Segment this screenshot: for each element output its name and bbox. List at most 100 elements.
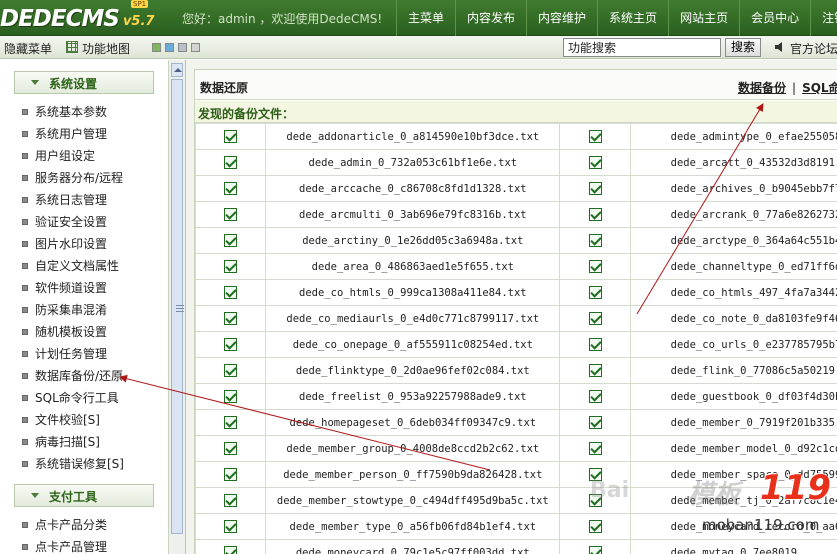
file-checkbox[interactable] xyxy=(224,390,238,403)
file-checkbox[interactable] xyxy=(224,364,238,377)
file-checkbox[interactable] xyxy=(224,130,238,143)
sql-command-link[interactable]: SQL命 xyxy=(802,81,837,95)
bullet-icon xyxy=(22,351,28,357)
sidebar-item-label: 点卡产品管理 xyxy=(35,540,108,554)
file-checkbox[interactable] xyxy=(224,156,238,169)
watermark-number: 119 xyxy=(760,468,831,508)
nav-content-maintain[interactable]: 内容维护 xyxy=(526,0,597,36)
file-checkbox[interactable] xyxy=(588,234,602,247)
sidebar-item[interactable]: 验证安全设置 xyxy=(22,213,107,231)
sidebar-item-label: 文件校验[S] xyxy=(35,413,100,427)
data-backup-link[interactable]: 数据备份 xyxy=(738,81,786,95)
file-checkbox[interactable] xyxy=(224,520,238,533)
file-checkbox[interactable] xyxy=(588,312,602,325)
sidebar-item[interactable]: 系统日志管理 xyxy=(22,191,107,209)
file-checkbox[interactable] xyxy=(588,520,602,533)
app-window: DEDECMS v5.7 SP1 您好：admin ，欢迎使用DedeCMS! … xyxy=(0,0,837,554)
logo-version: v5.7 xyxy=(122,14,155,29)
sidebar-item-label: 病毒扫描[S] xyxy=(35,435,100,449)
nav-logout[interactable]: 注销 xyxy=(810,0,837,36)
file-checkbox[interactable] xyxy=(588,260,602,273)
sidebar-item[interactable]: 数据库备份/还原 xyxy=(22,367,123,385)
sidebar-item[interactable]: 系统错误修复[S] xyxy=(22,455,124,473)
file-checkbox[interactable] xyxy=(588,442,602,455)
scroll-thumb[interactable] xyxy=(171,79,184,534)
file-name-cell: dede_co_urls_0_e237785795b7 xyxy=(629,331,837,358)
file-checkbox[interactable] xyxy=(588,156,602,169)
nav-member-center[interactable]: 会员中心 xyxy=(739,0,810,36)
sidebar-item[interactable]: 文件校验[S] xyxy=(22,411,100,429)
sidebar-section-system-settings[interactable]: 系统设置 xyxy=(14,71,154,94)
sidebar-item[interactable]: 随机模板设置 xyxy=(22,323,107,341)
sidebar-item[interactable]: 用户组设定 xyxy=(22,147,95,165)
file-checkbox[interactable] xyxy=(588,208,602,221)
file-checkbox[interactable] xyxy=(224,338,238,351)
checkbox-cell xyxy=(559,227,631,254)
file-checkbox[interactable] xyxy=(224,312,238,325)
sidebar-item[interactable]: 系统用户管理 xyxy=(22,125,107,143)
sidebar-section-payment-tools[interactable]: 支付工具 xyxy=(14,484,154,507)
nav-system-home[interactable]: 系统主页 xyxy=(597,0,668,36)
official-forum-link[interactable]: 官方论坛 xyxy=(790,40,837,57)
sidebar-item[interactable]: 系统基本参数 xyxy=(22,103,107,121)
file-name-cell: dede_admintype_0_efae255058e xyxy=(629,123,837,150)
sidebar-item[interactable]: 自定义文档属性 xyxy=(22,257,119,275)
baidu-watermark: Bai xyxy=(590,478,630,503)
hide-menu-link[interactable]: 隐藏菜单 xyxy=(4,40,52,57)
table-row: dede_homepageset_0_6deb034ff09347c9.txt d… xyxy=(194,409,837,436)
top-header: DEDECMS v5.7 SP1 您好：admin ，欢迎使用DedeCMS! … xyxy=(0,0,837,36)
bullet-icon xyxy=(22,329,28,335)
file-checkbox[interactable] xyxy=(224,208,238,221)
nav-content-publish[interactable]: 内容发布 xyxy=(455,0,526,36)
table-row: dede_co_htmls_0_999ca1308a411e84.txt dede… xyxy=(194,279,837,306)
file-checkbox[interactable] xyxy=(224,182,238,195)
file-checkbox[interactable] xyxy=(224,286,238,299)
sidebar-item[interactable]: 图片水印设置 xyxy=(22,235,107,253)
table-row: dede_freelist_0_953a92257988ade9.txt dede… xyxy=(194,383,837,410)
file-checkbox[interactable] xyxy=(224,468,238,481)
file-checkbox[interactable] xyxy=(224,234,238,247)
file-checkbox[interactable] xyxy=(224,442,238,455)
bullet-icon xyxy=(22,395,28,401)
skin-swatch-light[interactable] xyxy=(191,43,200,52)
sidebar-item[interactable]: 病毒扫描[S] xyxy=(22,433,100,451)
file-checkbox[interactable] xyxy=(588,364,602,377)
file-checkbox[interactable] xyxy=(588,338,602,351)
file-checkbox[interactable] xyxy=(588,546,602,554)
sidebar-item[interactable]: 计划任务管理 xyxy=(22,345,107,363)
file-checkbox[interactable] xyxy=(224,494,238,507)
nav-main-menu[interactable]: 主菜单 xyxy=(396,0,455,36)
panel-header: 数据还原 数据备份 | SQL命 xyxy=(195,70,837,100)
sidebar-item[interactable]: 服务器分布/远程 xyxy=(22,169,123,187)
sidebar-item[interactable]: 点卡产品管理 xyxy=(22,538,107,554)
sidebar-item[interactable]: 点卡产品分类 xyxy=(22,516,107,534)
file-checkbox[interactable] xyxy=(588,416,602,429)
file-checkbox[interactable] xyxy=(224,546,238,554)
sidebar-item[interactable]: 软件频道设置 xyxy=(22,279,107,297)
skin-swatch-blue[interactable] xyxy=(165,43,174,52)
function-search-input[interactable] xyxy=(563,38,721,57)
skin-swatch-gray[interactable] xyxy=(178,43,187,52)
file-checkbox[interactable] xyxy=(588,286,602,299)
search-button[interactable]: 搜索 xyxy=(725,38,761,57)
skin-swatch-green[interactable] xyxy=(152,43,161,52)
file-name-cell: dede_member_model_0_d92c1cd6b xyxy=(629,435,837,462)
table-row: dede_arcmulti_0_3ab696e79fc8316b.txt dede… xyxy=(194,201,837,228)
file-checkbox[interactable] xyxy=(588,130,602,143)
sidebar-scrollbar[interactable] xyxy=(169,60,186,554)
site-watermark: 模板 119 moban119.com xyxy=(684,466,837,554)
bullet-icon xyxy=(22,197,28,203)
file-checkbox[interactable] xyxy=(224,260,238,273)
table-row: dede_co_onepage_0_af555911c08254ed.txt de… xyxy=(194,331,837,358)
file-checkbox[interactable] xyxy=(224,416,238,429)
nav-site-home[interactable]: 网站主页 xyxy=(668,0,739,36)
sidebar: 系统设置 系统基本参数 系统用户管理 用户组设定服务器分布/远程 系统日志管理 验证安全… xyxy=(0,60,169,554)
logo-badge: SP1 xyxy=(131,0,149,8)
sitemap-link[interactable]: 功能地图 xyxy=(82,40,130,57)
scroll-up-icon[interactable] xyxy=(171,63,183,77)
sidebar-item[interactable]: SQL命令行工具 xyxy=(22,389,119,407)
sidebar-item[interactable]: 防采集串混淆 xyxy=(22,301,107,319)
file-checkbox[interactable] xyxy=(588,182,602,195)
file-checkbox[interactable] xyxy=(588,390,602,403)
bullet-icon xyxy=(22,373,28,379)
